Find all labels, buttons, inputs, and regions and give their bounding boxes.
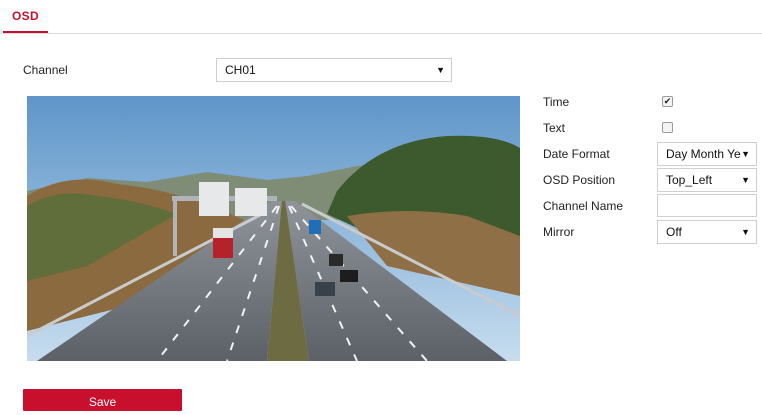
osd-position-label: OSD Position: [543, 173, 616, 187]
chevron-down-icon: ▼: [741, 227, 750, 237]
camera-preview: [27, 96, 520, 361]
chevron-down-icon: ▼: [436, 65, 445, 75]
highway-scene-image: [27, 96, 520, 361]
mirror-select[interactable]: Off ▼: [657, 220, 757, 244]
date-format-label: Date Format: [543, 147, 610, 161]
channel-label: Channel: [23, 63, 68, 77]
time-label: Time: [543, 95, 570, 109]
save-button[interactable]: Save: [23, 389, 182, 411]
mirror-label: Mirror: [543, 225, 575, 239]
osd-position-select[interactable]: Top_Left ▼: [657, 168, 757, 192]
tab-bar: OSD: [0, 0, 762, 34]
chevron-down-icon: ▼: [741, 175, 750, 185]
date-format-value: Day Month Ye: [666, 147, 741, 161]
chevron-down-icon: ▼: [741, 149, 750, 159]
date-format-select[interactable]: Day Month Ye ▼: [657, 142, 757, 166]
time-checkbox[interactable]: ✔: [662, 96, 673, 107]
channel-name-input[interactable]: [657, 194, 757, 217]
text-label: Text: [543, 121, 566, 135]
osd-position-value: Top_Left: [666, 173, 713, 187]
tab-osd[interactable]: OSD: [3, 9, 48, 23]
tab-divider: [3, 33, 762, 34]
channel-select[interactable]: CH01 ▼: [216, 58, 452, 82]
channel-name-label: Channel Name: [543, 199, 624, 213]
channel-select-value: CH01: [225, 63, 256, 77]
mirror-value: Off: [666, 225, 682, 239]
text-checkbox[interactable]: [662, 122, 673, 133]
